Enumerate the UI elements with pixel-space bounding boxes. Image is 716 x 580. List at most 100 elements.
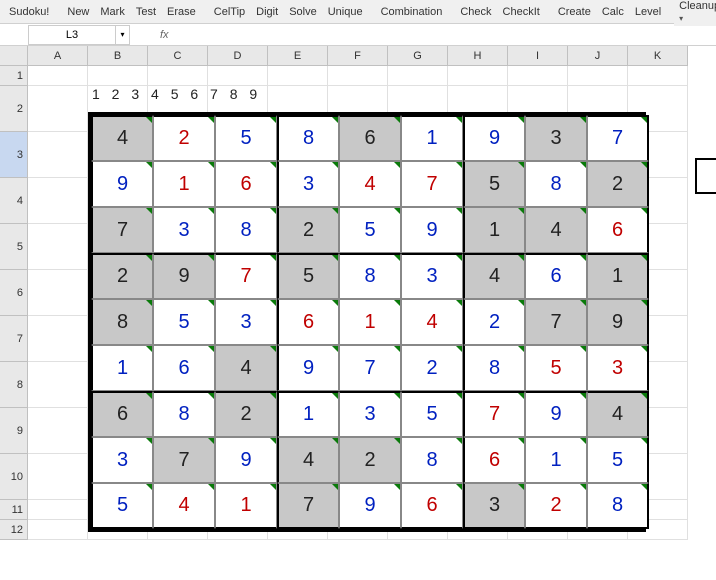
- sudoku-cell-r3c3[interactable]: 8: [215, 207, 277, 253]
- sudoku-cell-r9c9[interactable]: 8: [587, 483, 649, 529]
- cell[interactable]: [448, 66, 508, 86]
- toolbar-cleanup[interactable]: Cleanup: [674, 0, 716, 26]
- cell[interactable]: [28, 316, 88, 362]
- sudoku-cell-r8c1[interactable]: 3: [91, 437, 153, 483]
- sudoku-cell-r7c3[interactable]: 2: [215, 391, 277, 437]
- cell[interactable]: [268, 66, 328, 86]
- sudoku-cell-r1c8[interactable]: 3: [525, 115, 587, 161]
- cell[interactable]: [568, 66, 628, 86]
- sudoku-cell-r1c9[interactable]: 7: [587, 115, 649, 161]
- sudoku-cell-r7c4[interactable]: 1: [277, 391, 339, 437]
- toolbar-test[interactable]: Test: [131, 4, 161, 20]
- sudoku-cell-r2c8[interactable]: 8: [525, 161, 587, 207]
- cell[interactable]: [28, 270, 88, 316]
- sudoku-cell-r4c3[interactable]: 7: [215, 253, 277, 299]
- toolbar-unique[interactable]: Unique: [323, 4, 368, 20]
- sudoku-cell-r1c7[interactable]: 9: [463, 115, 525, 161]
- sudoku-cell-r6c2[interactable]: 6: [153, 345, 215, 391]
- sudoku-cell-r7c9[interactable]: 4: [587, 391, 649, 437]
- sudoku-cell-r8c2[interactable]: 7: [153, 437, 215, 483]
- sudoku-cell-r6c3[interactable]: 4: [215, 345, 277, 391]
- cell[interactable]: [28, 132, 88, 178]
- sudoku-cell-r9c4[interactable]: 7: [277, 483, 339, 529]
- col-header-E[interactable]: E: [268, 46, 328, 66]
- sudoku-cell-r4c1[interactable]: 2: [91, 253, 153, 299]
- row-header-2[interactable]: 2: [0, 86, 28, 132]
- select-all-corner[interactable]: [0, 46, 28, 66]
- toolbar-create[interactable]: Create: [553, 4, 596, 20]
- sudoku-cell-r2c4[interactable]: 3: [277, 161, 339, 207]
- sudoku-cell-r8c8[interactable]: 1: [525, 437, 587, 483]
- cell[interactable]: [328, 66, 388, 86]
- sudoku-cell-r3c9[interactable]: 6: [587, 207, 649, 253]
- sudoku-cell-r2c3[interactable]: 6: [215, 161, 277, 207]
- sudoku-cell-r2c2[interactable]: 1: [153, 161, 215, 207]
- sudoku-cell-r8c9[interactable]: 5: [587, 437, 649, 483]
- toolbar-combination[interactable]: Combination: [376, 4, 448, 20]
- sudoku-cell-r9c2[interactable]: 4: [153, 483, 215, 529]
- sudoku-cell-r5c3[interactable]: 3: [215, 299, 277, 345]
- sudoku-cell-r3c6[interactable]: 9: [401, 207, 463, 253]
- row-header-1[interactable]: 1: [0, 66, 28, 86]
- sudoku-cell-r6c6[interactable]: 2: [401, 345, 463, 391]
- sudoku-cell-r6c5[interactable]: 7: [339, 345, 401, 391]
- toolbar-celtip[interactable]: CelTip: [209, 4, 250, 20]
- sudoku-cell-r2c7[interactable]: 5: [463, 161, 525, 207]
- sudoku-cell-r1c2[interactable]: 2: [153, 115, 215, 161]
- cell[interactable]: [388, 66, 448, 86]
- toolbar-sudoku[interactable]: Sudoku!: [4, 4, 54, 20]
- sudoku-cell-r5c1[interactable]: 8: [91, 299, 153, 345]
- cell[interactable]: [88, 66, 148, 86]
- row-header-5[interactable]: 5: [0, 224, 28, 270]
- sudoku-cell-r3c1[interactable]: 7: [91, 207, 153, 253]
- toolbar-mark[interactable]: Mark: [95, 4, 129, 20]
- col-header-C[interactable]: C: [148, 46, 208, 66]
- cell[interactable]: [28, 86, 88, 132]
- col-header-H[interactable]: H: [448, 46, 508, 66]
- sudoku-grid[interactable]: 4258619379163475827382591462975834618536…: [88, 112, 646, 532]
- sudoku-cell-r2c1[interactable]: 9: [91, 161, 153, 207]
- sudoku-cell-r6c9[interactable]: 3: [587, 345, 649, 391]
- row-header-3[interactable]: 3: [0, 132, 28, 178]
- cell[interactable]: [28, 224, 88, 270]
- sudoku-cell-r4c4[interactable]: 5: [277, 253, 339, 299]
- toolbar-new[interactable]: New: [62, 4, 94, 20]
- sudoku-cell-r5c4[interactable]: 6: [277, 299, 339, 345]
- row-header-10[interactable]: 10: [0, 454, 28, 500]
- toolbar-checkit[interactable]: CheckIt: [498, 4, 545, 20]
- sudoku-cell-r5c6[interactable]: 4: [401, 299, 463, 345]
- sudoku-cell-r8c7[interactable]: 6: [463, 437, 525, 483]
- cell[interactable]: [28, 520, 88, 540]
- name-box[interactable]: L3: [28, 25, 116, 45]
- col-header-D[interactable]: D: [208, 46, 268, 66]
- sudoku-cell-r5c9[interactable]: 9: [587, 299, 649, 345]
- row-header-6[interactable]: 6: [0, 270, 28, 316]
- sudoku-cell-r4c9[interactable]: 1: [587, 253, 649, 299]
- sudoku-cell-r1c4[interactable]: 8: [277, 115, 339, 161]
- cell[interactable]: [628, 66, 688, 86]
- cell[interactable]: [508, 66, 568, 86]
- sudoku-cell-r8c4[interactable]: 4: [277, 437, 339, 483]
- toolbar-digit[interactable]: Digit: [251, 4, 283, 20]
- sudoku-cell-r9c6[interactable]: 6: [401, 483, 463, 529]
- sudoku-cell-r3c7[interactable]: 1: [463, 207, 525, 253]
- sudoku-cell-r1c1[interactable]: 4: [91, 115, 153, 161]
- sudoku-cell-r7c5[interactable]: 3: [339, 391, 401, 437]
- col-header-F[interactable]: F: [328, 46, 388, 66]
- row-header-7[interactable]: 7: [0, 316, 28, 362]
- row-header-12[interactable]: 12: [0, 520, 28, 540]
- sudoku-cell-r1c6[interactable]: 1: [401, 115, 463, 161]
- col-header-J[interactable]: J: [568, 46, 628, 66]
- toolbar-check[interactable]: Check: [455, 4, 496, 20]
- row-header-4[interactable]: 4: [0, 178, 28, 224]
- sudoku-cell-r6c8[interactable]: 5: [525, 345, 587, 391]
- name-box-dropdown[interactable]: ▾: [116, 25, 130, 45]
- cell[interactable]: [28, 500, 88, 520]
- toolbar-level[interactable]: Level: [630, 4, 666, 20]
- sudoku-cell-r5c2[interactable]: 5: [153, 299, 215, 345]
- row-header-9[interactable]: 9: [0, 408, 28, 454]
- col-header-I[interactable]: I: [508, 46, 568, 66]
- col-header-A[interactable]: A: [28, 46, 88, 66]
- toolbar-calc[interactable]: Calc: [597, 4, 629, 20]
- col-header-K[interactable]: K: [628, 46, 688, 66]
